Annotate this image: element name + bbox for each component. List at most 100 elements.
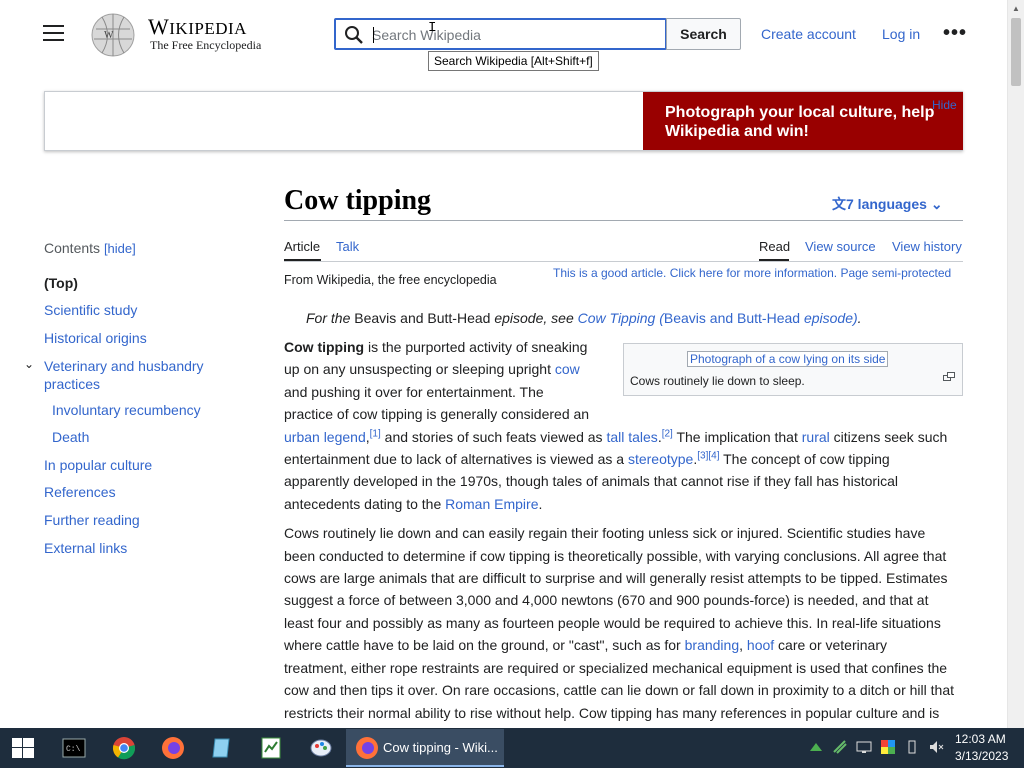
link-tall-tales[interactable]: tall tales <box>606 429 657 445</box>
search-tooltip: Search Wikipedia [Alt+Shift+f] <box>428 51 599 71</box>
hatnote-end: . <box>857 310 862 326</box>
paragraph-2-line-6: where cattle have to be laid on the grou… <box>284 637 887 653</box>
ref-3-4[interactable]: [3][4] <box>697 450 719 461</box>
chevron-down-icon[interactable]: ⌄ <box>24 357 34 371</box>
windows-start-icon[interactable] <box>12 738 34 758</box>
paragraph-2-line-5: least four and possibly as many as fourt… <box>284 615 941 631</box>
search-button[interactable]: Search <box>666 18 741 50</box>
thumbnail-box: Photograph of a cow lying on its side Co… <box>623 343 963 396</box>
main-menu-icon[interactable] <box>43 25 64 42</box>
network-tray-icon[interactable] <box>808 739 824 755</box>
toc-hide-link[interactable]: [hide] <box>104 241 136 256</box>
toc-item-death[interactable]: Death <box>52 428 89 446</box>
enlarge-icon[interactable] <box>943 372 955 382</box>
paragraph-1-line-5: urban legend,[1] and stories of such fea… <box>284 428 948 445</box>
clock-time[interactable]: 12:03 AM <box>955 732 1006 746</box>
ref-1[interactable]: [1] <box>370 428 381 439</box>
tab-view-source[interactable]: View source <box>805 239 876 254</box>
search-box[interactable] <box>334 18 667 50</box>
link-cow[interactable]: cow <box>555 361 580 377</box>
text-caret <box>373 27 374 43</box>
thumbnail-image-alt[interactable]: Photograph of a cow lying on its side <box>687 351 889 367</box>
toc-title: Contents <box>44 240 101 256</box>
scroll-up-arrow-icon[interactable]: ▲ <box>1012 4 1020 13</box>
toc-item-historical-origins[interactable]: Historical origins <box>44 329 147 347</box>
link-rural[interactable]: rural <box>802 429 830 445</box>
create-account-link[interactable]: Create account <box>761 26 856 42</box>
paragraph-1-line-1: Cow tipping is the purported activity of… <box>284 339 588 355</box>
paragraph-1-line-7: apparently developed in the 1970s, thoug… <box>284 473 899 489</box>
thumbnail-caption: Cows routinely lie down to sleep. <box>630 374 805 388</box>
toc-item-external-links[interactable]: External links <box>44 539 127 557</box>
mouse-ibeam-cursor-icon: I <box>428 20 437 36</box>
link-hoof[interactable]: hoof <box>747 637 774 653</box>
terminal-icon[interactable]: C:\ <box>62 736 86 760</box>
paragraph-2-line-3: cows are large animals that are difficul… <box>284 570 948 586</box>
search-icon <box>345 26 363 44</box>
wikipedia-wordmark[interactable]: WIKIPEDIA <box>148 14 247 40</box>
translate-icon: 文​ <box>832 196 846 212</box>
tab-article[interactable]: Article <box>284 239 320 254</box>
paragraph-1-line-3: and pushing it over for entertainment. T… <box>284 384 544 400</box>
banner-message-panel[interactable]: Photograph your local culture, help Wiki… <box>643 92 963 150</box>
chevron-down-icon: ⌄ <box>930 196 943 212</box>
more-options-icon[interactable]: ••• <box>943 23 967 43</box>
paragraph-1-line-8: antecedents dating to the Roman Empire. <box>284 496 543 512</box>
toc-item-involuntary-recumbency[interactable]: Involuntary recumbency <box>52 401 201 419</box>
hatnote: For the Beavis and Butt-Head episode, se… <box>306 310 862 326</box>
vertical-scrollbar[interactable]: ▲ <box>1007 0 1024 728</box>
ref-2[interactable]: [2] <box>662 428 673 439</box>
wikipedia-globe-logo[interactable]: W <box>88 11 138 57</box>
toc-item-veterinary[interactable]: Veterinary and husbandry practices <box>44 357 234 393</box>
tab-divider <box>284 261 963 262</box>
page-title: Cow tipping <box>284 185 432 216</box>
display-tray-icon[interactable] <box>856 739 872 755</box>
tab-talk[interactable]: Talk <box>336 239 359 254</box>
campaign-banner: Photograph your local culture, help Wiki… <box>44 91 963 151</box>
svg-text:C:\: C:\ <box>66 745 81 754</box>
hatnote-show-name: Beavis and Butt-Head <box>354 310 491 326</box>
browser-viewport: W WIKIPEDIA The Free Encyclopedia I Sear… <box>0 0 1007 728</box>
notepad-icon[interactable] <box>210 736 234 760</box>
language-selector[interactable]: 文​ 7 languages ⌄ <box>832 194 943 214</box>
banner-hide-link[interactable]: Hide <box>932 98 957 112</box>
toc-item-further-reading[interactable]: Further reading <box>44 511 140 529</box>
usb-tray-icon[interactable] <box>904 739 920 755</box>
paragraph-2-line-4: suggest a force of between 3,000 and 4,0… <box>284 592 929 608</box>
login-link[interactable]: Log in <box>882 26 920 42</box>
spreadsheet-icon[interactable] <box>259 736 283 760</box>
paragraph-2-line-8: cow and then tips it over. On rare occas… <box>284 682 954 698</box>
banner-text[interactable]: Photograph your local culture, help Wiki… <box>665 103 945 141</box>
svg-text:W: W <box>104 30 114 41</box>
hatnote-link[interactable]: Cow Tipping (Beavis and Butt-Head episod… <box>578 310 858 326</box>
search-input[interactable] <box>372 23 662 47</box>
hatnote-text: episode, see <box>490 310 578 326</box>
toc-heading: Contents [hide] <box>44 240 136 256</box>
sync-tray-icon[interactable] <box>832 739 848 755</box>
link-branding[interactable]: branding <box>685 637 740 653</box>
clock-date[interactable]: 3/13/2023 <box>955 749 1008 763</box>
paragraph-1-line-4: practice of cow tipping is generally con… <box>284 406 590 422</box>
good-article-indicator[interactable]: This is a good article. Click here for m… <box>553 266 951 280</box>
paint-icon[interactable] <box>309 736 333 760</box>
volume-muted-icon[interactable] <box>928 739 944 755</box>
firefox-icon[interactable] <box>161 736 185 760</box>
color-tray-icon[interactable] <box>880 739 896 755</box>
tab-read[interactable]: Read <box>759 239 790 254</box>
toc-item-top[interactable]: (Top) <box>44 274 78 292</box>
toc-item-popular-culture[interactable]: In popular culture <box>44 456 152 474</box>
paragraph-2-line-1: Cows routinely lie down and can easily r… <box>284 525 926 541</box>
firefox-icon[interactable] <box>355 736 379 760</box>
title-divider <box>284 220 963 221</box>
site-subtitle: From Wikipedia, the free encyclopedia <box>284 273 497 287</box>
link-stereotype[interactable]: stereotype <box>628 451 693 467</box>
hatnote-text: For the <box>306 310 355 326</box>
chrome-icon[interactable] <box>112 736 136 760</box>
taskbar-window-title[interactable]: Cow tipping - Wiki... <box>383 740 498 755</box>
scroll-thumb[interactable] <box>1011 18 1021 86</box>
link-urban-legend[interactable]: urban legend <box>284 429 366 445</box>
toc-item-references[interactable]: References <box>44 483 116 501</box>
tab-view-history[interactable]: View history <box>892 239 962 254</box>
toc-item-scientific-study[interactable]: Scientific study <box>44 301 137 319</box>
link-roman-empire[interactable]: Roman Empire <box>445 496 538 512</box>
